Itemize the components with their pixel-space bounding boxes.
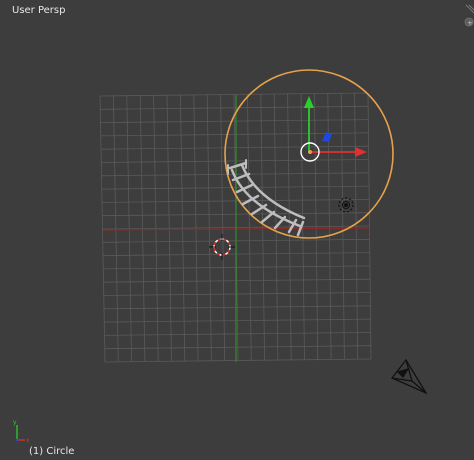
curved-rail-mesh[interactable] [227, 159, 306, 237]
svg-text:x: x [26, 437, 30, 444]
scene-canvas[interactable]: y x [0, 0, 474, 460]
orientation-axes-icon: y x [13, 419, 30, 444]
svg-text:y: y [13, 419, 17, 426]
corner-handle-icon[interactable]: + [463, 4, 474, 30]
camera-icon[interactable] [390, 358, 428, 395]
transform-manipulator-icon[interactable] [300, 96, 367, 162]
active-object-label: (1) Circle [29, 446, 75, 457]
view-name-label: User Persp [12, 5, 66, 16]
3d-viewport[interactable]: y x User Persp (1) Circle + [0, 0, 474, 460]
3d-cursor-icon[interactable] [209, 234, 235, 260]
svg-text:+: + [467, 19, 473, 27]
